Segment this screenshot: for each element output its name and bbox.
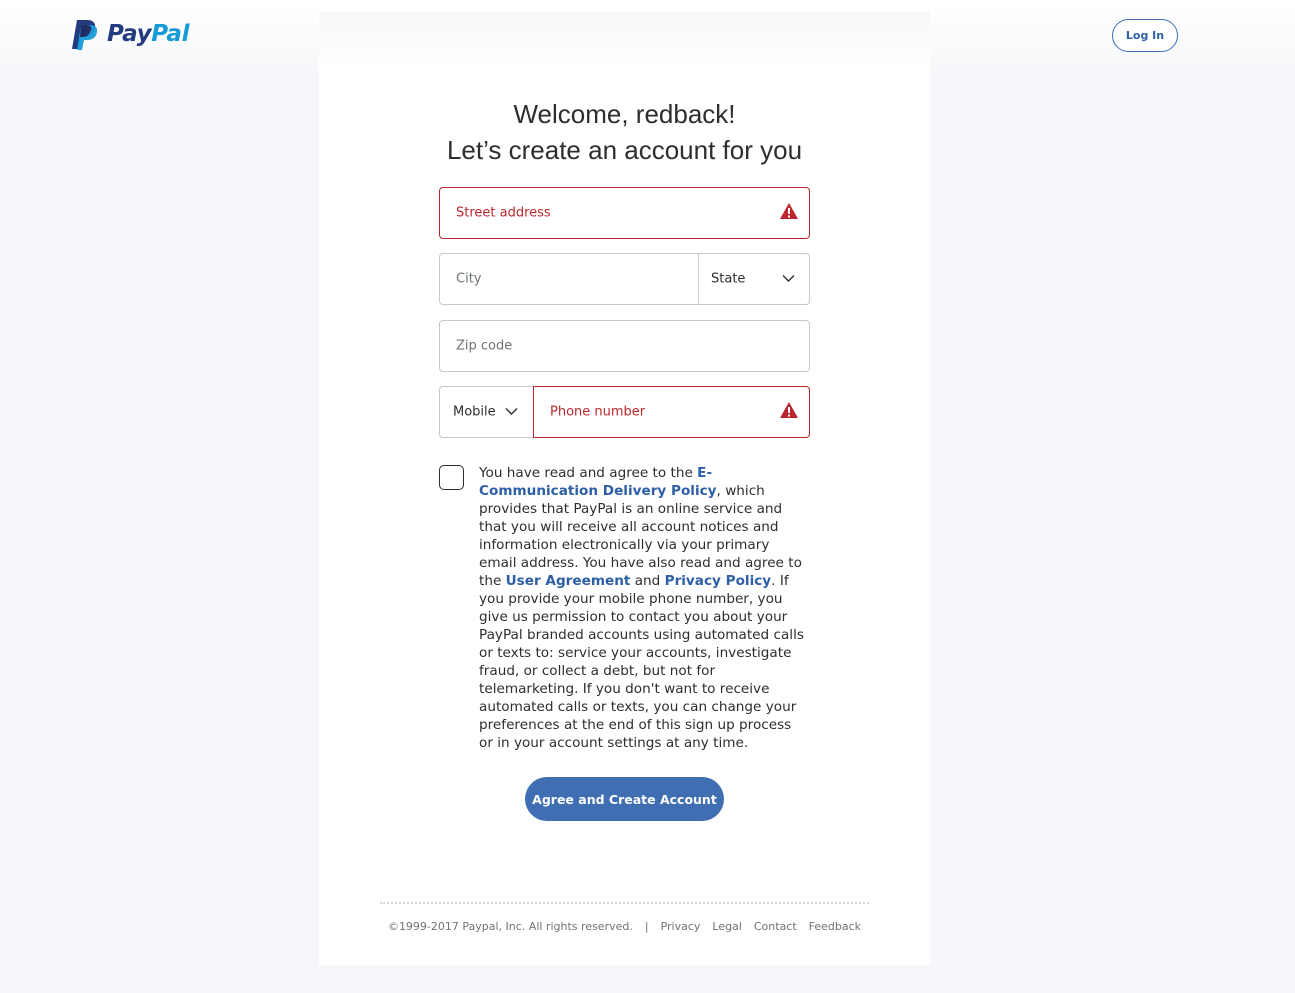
- state-label: State: [711, 271, 746, 287]
- login-button[interactable]: Log In: [1112, 19, 1178, 52]
- logo-text-pay: Pay: [107, 21, 152, 47]
- agree-create-account-button[interactable]: Agree and Create Account: [525, 777, 724, 821]
- zip-code-field[interactable]: Zip code: [439, 320, 810, 372]
- phone-number-placeholder: Phone number: [550, 404, 646, 420]
- footer-privacy-link[interactable]: Privacy: [661, 920, 701, 933]
- footer-divider: [380, 902, 869, 904]
- city-placeholder: City: [456, 271, 482, 287]
- card-top-fade: [319, 12, 930, 72]
- logo-text: PayPal: [107, 21, 189, 47]
- logo-text-pal: Pal: [151, 21, 190, 47]
- welcome-subtitle: Let’s create an account for you: [446, 135, 803, 165]
- consent-text-part1: You have read and agree to the: [479, 465, 698, 481]
- state-select[interactable]: State: [698, 253, 810, 305]
- consent-text-part4: . If you provide your mobile phone numbe…: [479, 573, 804, 751]
- welcome-title: Welcome, redback!: [513, 99, 736, 129]
- copyright-text: ©1999-2017 Paypal, Inc. All rights reser…: [387, 920, 633, 933]
- consent-text: You have read and agree to the E-Communi…: [479, 464, 809, 752]
- phone-number-field[interactable]: Phone number: [533, 386, 810, 438]
- footer-legal-link[interactable]: Legal: [712, 920, 741, 933]
- footer-feedback-link[interactable]: Feedback: [809, 920, 861, 933]
- agree-checkbox[interactable]: [439, 465, 464, 490]
- footer-contact-link[interactable]: Contact: [754, 920, 797, 933]
- phone-type-select[interactable]: Mobile: [439, 386, 534, 438]
- paypal-logo-icon: [72, 19, 98, 50]
- paypal-logo[interactable]: PayPal: [71, 18, 189, 50]
- chevron-down-icon: [505, 405, 518, 420]
- chevron-down-icon: [782, 272, 795, 287]
- warning-icon: [779, 401, 799, 423]
- phone-type-label: Mobile: [453, 404, 496, 420]
- footer: ©1999-2017 Paypal, Inc. All rights reser…: [319, 920, 930, 933]
- signup-card: Welcome, redback! Let’s create an accoun…: [319, 12, 930, 965]
- zip-code-placeholder: Zip code: [456, 338, 513, 354]
- city-field[interactable]: City: [439, 253, 699, 305]
- footer-separator: |: [644, 920, 649, 933]
- warning-icon: [779, 202, 799, 224]
- user-agreement-link[interactable]: User Agreement: [506, 573, 631, 589]
- street-address-placeholder: Street address: [456, 205, 551, 221]
- consent-text-part3: and: [630, 573, 665, 589]
- privacy-policy-link[interactable]: Privacy Policy: [665, 573, 772, 589]
- street-address-field[interactable]: Street address: [439, 187, 810, 239]
